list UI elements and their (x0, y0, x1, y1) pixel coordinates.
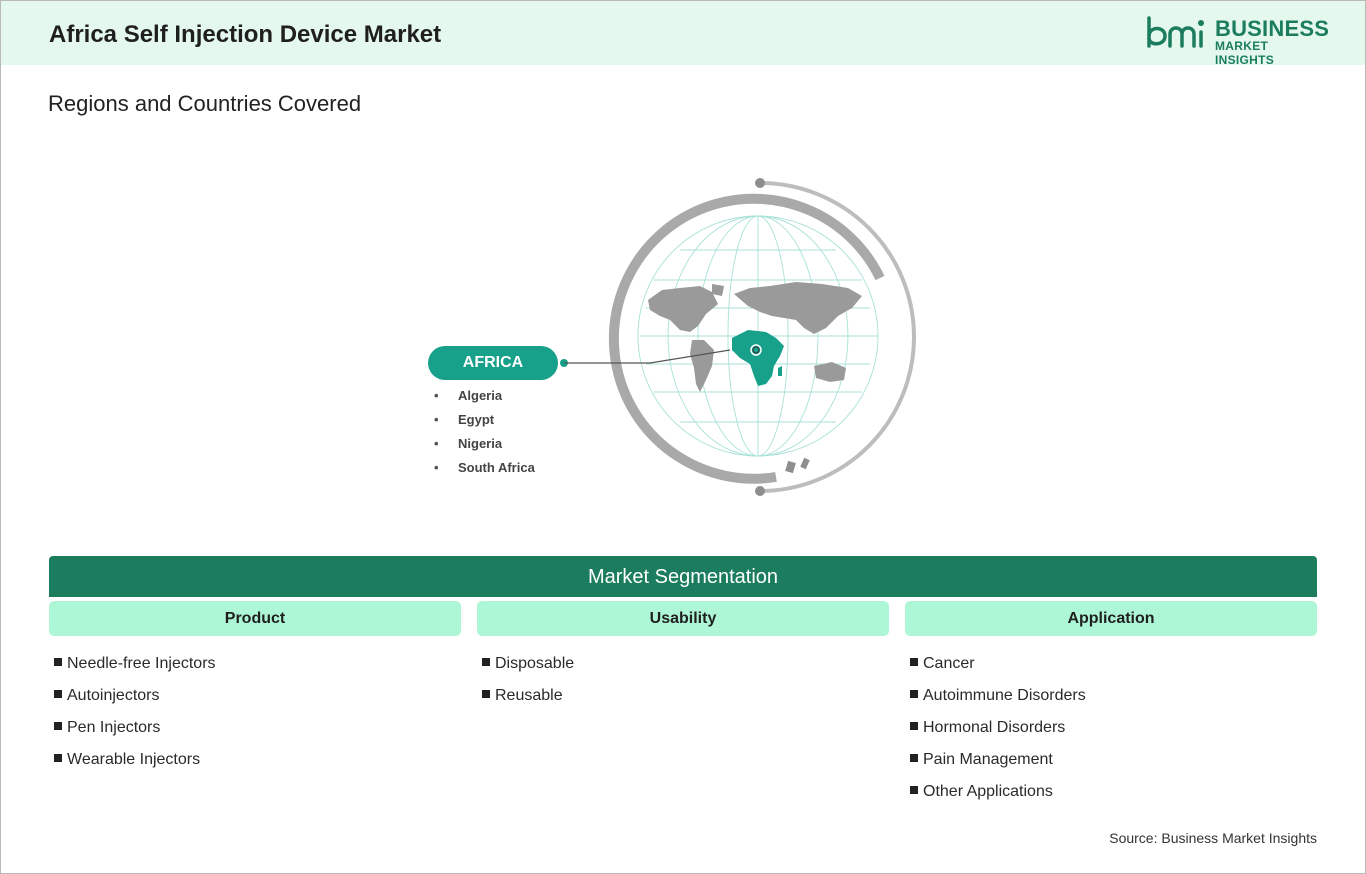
segment-item-label: Needle-free Injectors (67, 655, 216, 672)
country-name: Nigeria (458, 436, 503, 451)
square-bullet-icon (910, 754, 918, 762)
segment-item-label: Pain Management (923, 751, 1053, 768)
square-bullet-icon (910, 786, 918, 794)
square-bullet-icon (482, 690, 490, 698)
segment-heading-product: Product (49, 601, 461, 636)
segment-heading-application: Application (905, 601, 1317, 636)
segment-item-label: Reusable (495, 687, 563, 704)
square-bullet-icon (910, 722, 918, 730)
list-item: • South Africa (434, 459, 535, 483)
segment-item-label: Pen Injectors (67, 719, 161, 736)
bullet-icon: • (434, 436, 439, 451)
list-item: Other Applications (910, 782, 1086, 814)
list-item: Hormonal Disorders (910, 718, 1086, 750)
list-item: Reusable (482, 686, 574, 718)
brand-logo[interactable]: BUSINESS MARKET INSIGHTS (1145, 16, 1329, 67)
bullet-icon: • (434, 388, 439, 403)
bullet-icon: • (434, 412, 439, 427)
country-name: Egypt (458, 412, 495, 427)
segment-item-label: Disposable (495, 655, 575, 672)
list-item: Cancer (910, 654, 1086, 686)
header-bar: Africa Self Injection Device Market BUSI… (1, 1, 1365, 67)
page-title: Africa Self Injection Device Market (49, 21, 442, 48)
list-item: Autoimmune Disorders (910, 686, 1086, 718)
list-item: Pain Management (910, 750, 1086, 782)
logo-text-market-insights: MARKET INSIGHTS (1215, 39, 1275, 67)
list-item: • Algeria (434, 387, 535, 411)
market-segmentation-header: Market Segmentation (49, 556, 1317, 597)
square-bullet-icon (910, 658, 918, 666)
segment-item-label: Cancer (923, 655, 975, 672)
country-name: South Africa (458, 460, 535, 475)
square-bullet-icon (54, 658, 62, 666)
country-list: • Algeria • Egypt • Nigeria • South Africa (434, 387, 535, 483)
list-item: Autoinjectors (54, 686, 216, 718)
segment-item-label: Other Applications (923, 783, 1053, 800)
square-bullet-icon (910, 690, 918, 698)
segment-heading-usability: Usability (477, 601, 889, 636)
region-connector-line (560, 349, 731, 367)
bullet-icon: • (434, 460, 439, 475)
square-bullet-icon (482, 658, 490, 666)
square-bullet-icon (54, 690, 62, 698)
source-note: Source: Business Market Insights (1109, 830, 1317, 846)
usability-segment-list: Disposable Reusable (482, 654, 574, 718)
application-segment-list: Cancer Autoimmune Disorders Hormonal Dis… (910, 654, 1086, 814)
list-item: • Egypt (434, 411, 535, 435)
list-item: Wearable Injectors (54, 750, 216, 782)
list-item: Disposable (482, 654, 574, 686)
segment-item-label: Wearable Injectors (67, 751, 201, 768)
regions-section-title: Regions and Countries Covered (48, 91, 362, 116)
list-item: Needle-free Injectors (54, 654, 216, 686)
product-segment-list: Needle-free Injectors Autoinjectors Pen … (54, 654, 216, 782)
list-item: Pen Injectors (54, 718, 216, 750)
bmi-logo-icon (1147, 16, 1204, 48)
segment-item-label: Hormonal Disorders (923, 719, 1066, 736)
country-name: Algeria (458, 388, 503, 403)
segment-item-label: Autoinjectors (67, 687, 160, 704)
square-bullet-icon (54, 754, 62, 762)
list-item: • Nigeria (434, 435, 535, 459)
square-bullet-icon (54, 722, 62, 730)
segment-item-label: Autoimmune Disorders (923, 687, 1086, 704)
region-africa-badge[interactable]: AFRICA (428, 346, 558, 380)
